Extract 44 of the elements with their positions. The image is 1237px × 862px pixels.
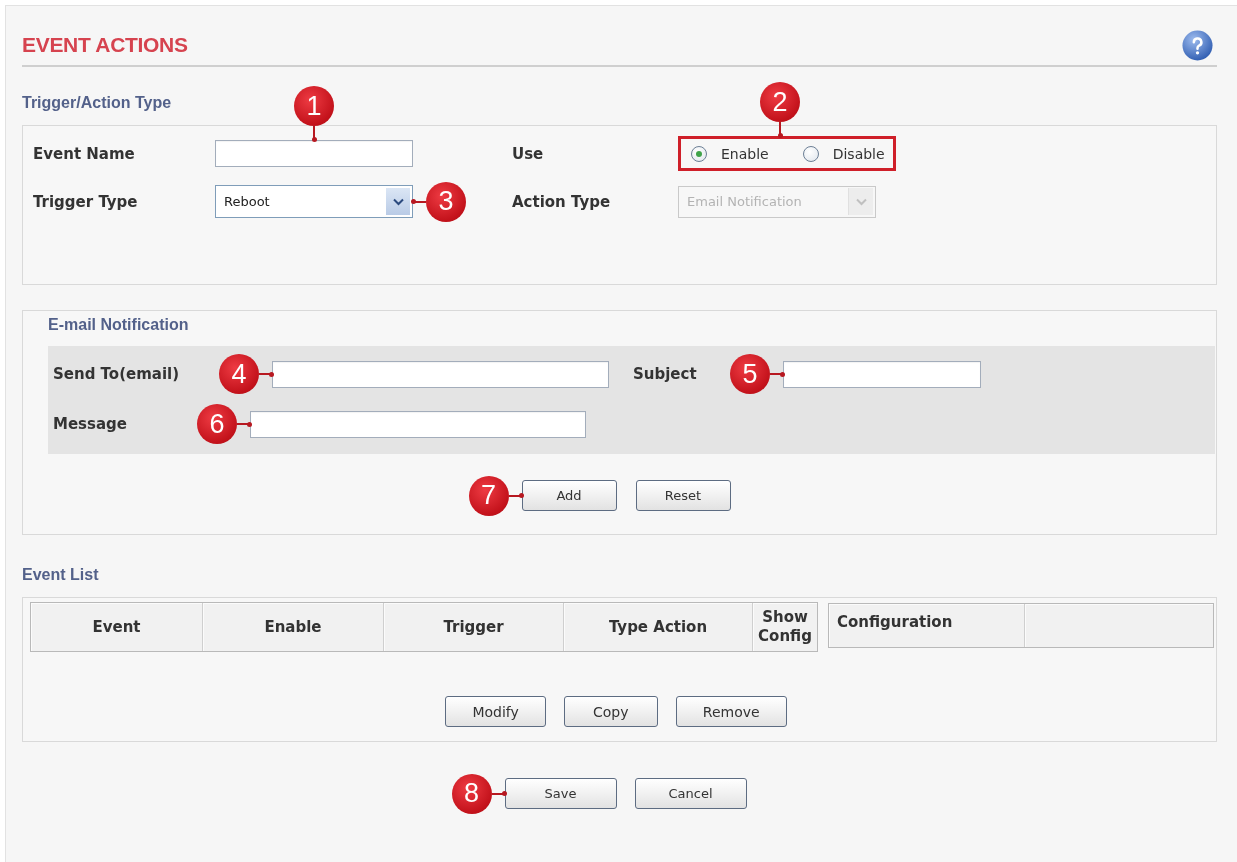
radio-label[interactable]: Disable: [832, 145, 885, 162]
section-heading: Trigger/Action Type: [22, 93, 172, 113]
field-label: Subject: [633, 365, 697, 383]
column-header: Enable: [203, 603, 384, 651]
callout-number: 7: [468, 475, 509, 516]
radio-button[interactable]: [802, 145, 819, 162]
page-title: EVENT ACTIONS: [22, 33, 188, 57]
column-header: Type Action: [564, 603, 753, 651]
column-header: Configuration: [829, 604, 1025, 647]
field-label: Message: [53, 415, 127, 433]
subject-field[interactable]: [783, 360, 981, 388]
event-name-field[interactable]: [215, 140, 413, 167]
column-header: Event: [31, 603, 203, 651]
radio-button[interactable]: [691, 145, 707, 162]
action-button[interactable]: Cancel: [634, 778, 747, 809]
chevron-down-icon: [855, 197, 867, 206]
action-button[interactable]: Reset: [635, 480, 731, 511]
column-header: Show Config: [753, 603, 817, 651]
message-field[interactable]: [250, 410, 586, 438]
section-heading: E-mail Notification: [48, 315, 189, 335]
chevron-down-icon: [392, 197, 404, 206]
field-label: Trigger Type: [33, 192, 138, 211]
column-header: Trigger: [384, 603, 564, 651]
callout-number: 5: [730, 354, 770, 394]
trigger-type-select[interactable]: Reboot: [215, 185, 413, 218]
section-heading: Event List: [22, 565, 99, 585]
action-button[interactable]: Modify: [445, 696, 546, 727]
field-label: Send To(email): [53, 365, 180, 383]
field-label: Use: [512, 144, 544, 163]
action-button[interactable]: Add: [521, 480, 617, 511]
action-button[interactable]: Save: [504, 778, 617, 809]
callout-number: 3: [426, 181, 466, 222]
callout-number: 8: [451, 773, 492, 814]
callout-number: 1: [294, 86, 334, 126]
radio-label[interactable]: Enable: [721, 145, 769, 162]
callout-number: 2: [760, 82, 800, 122]
callout-number: 6: [197, 404, 237, 444]
email-field[interactable]: [272, 360, 609, 388]
callout-number: 4: [219, 354, 259, 394]
action-button[interactable]: Remove: [675, 696, 787, 727]
field-label: Action Type: [512, 192, 611, 211]
field-label: Event Name: [33, 144, 135, 163]
help-icon[interactable]: [1182, 29, 1213, 61]
action-button[interactable]: Copy: [563, 696, 658, 727]
